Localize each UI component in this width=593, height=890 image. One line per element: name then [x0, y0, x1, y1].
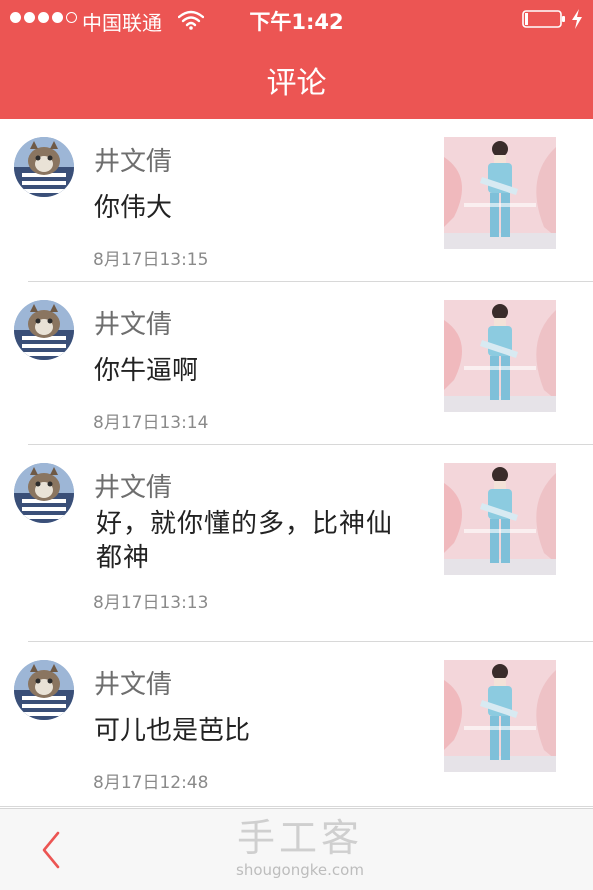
lightning-icon — [572, 9, 582, 29]
top-bar: 中国联通 下午1:42 评论 — [0, 0, 593, 119]
bottom-toolbar: 手工客 shougongke.com — [0, 808, 593, 890]
comment-timestamp: 8月17日13:15 — [93, 250, 209, 270]
comment-timestamp: 8月17日12:48 — [93, 773, 209, 793]
page-title: 评论 — [266, 66, 327, 101]
comment-list[interactable]: 井文倩 你伟大 8月17日13:15 井文倩 你牛逼啊 8月17日13:14 井… — [0, 119, 593, 807]
post-thumbnail[interactable] — [444, 660, 556, 772]
avatar[interactable] — [14, 137, 74, 197]
comment-timestamp: 8月17日13:13 — [93, 593, 209, 613]
back-button[interactable] — [30, 827, 74, 873]
comments-screen: 中国联通 下午1:42 评论 井文倩 你伟大 8月17日13:15 井文倩 你牛… — [0, 0, 593, 890]
comment-text: 你伟大 — [94, 193, 173, 223]
comment-timestamp: 8月17日13:14 — [93, 413, 209, 433]
username[interactable]: 井文倩 — [94, 141, 172, 178]
status-time: 下午1:42 — [249, 10, 344, 34]
username[interactable]: 井文倩 — [94, 304, 172, 341]
comment-item[interactable]: 井文倩 可儿也是芭比 8月17日12:48 — [0, 642, 593, 807]
post-thumbnail[interactable] — [444, 300, 556, 412]
avatar[interactable] — [14, 300, 74, 360]
username[interactable]: 井文倩 — [94, 664, 172, 701]
watermark-domain: shougongke.com — [236, 861, 364, 879]
chevron-left-icon — [42, 831, 60, 869]
comment-text: 你牛逼啊 — [94, 356, 199, 386]
post-thumbnail[interactable] — [444, 463, 556, 575]
watermark-logo: 手工客 — [236, 816, 363, 860]
comment-text: 可儿也是芭比 — [94, 716, 251, 746]
post-thumbnail[interactable] — [444, 137, 556, 249]
comment-item[interactable]: 井文倩 你伟大 8月17日13:15 — [0, 119, 593, 282]
comment-item[interactable]: 井文倩 好，就你懂的多，比神仙都神 8月17日13:13 — [0, 445, 593, 642]
comment-item[interactable]: 井文倩 你牛逼啊 8月17日13:14 — [0, 282, 593, 445]
watermark: 手工客 shougongke.com — [220, 815, 380, 879]
battery-icon — [522, 10, 565, 28]
avatar[interactable] — [14, 463, 74, 523]
username[interactable]: 井文倩 — [94, 467, 172, 504]
status-bar: 中国联通 下午1:42 — [0, 0, 593, 40]
comment-text: 好，就你懂的多，比神仙都神 — [96, 509, 394, 573]
avatar[interactable] — [14, 660, 74, 720]
